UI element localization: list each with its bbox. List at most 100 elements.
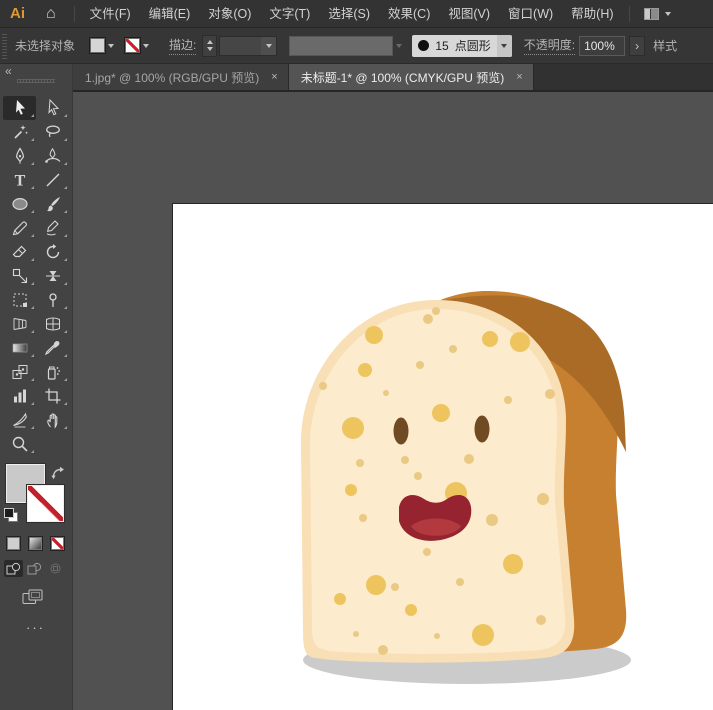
shaper-tool[interactable]: [36, 216, 69, 240]
artboard-tool[interactable]: [36, 384, 69, 408]
toast-illustration[interactable]: [173, 204, 713, 710]
symbol-sprayer-tool-icon: [44, 363, 62, 381]
menu-item-1[interactable]: 文件(F): [81, 0, 140, 28]
fill-color-dropdown[interactable]: [89, 37, 114, 54]
menu-item-9[interactable]: 帮助(H): [562, 0, 622, 28]
pencil-tool[interactable]: [3, 216, 36, 240]
variable-width-profile-select[interactable]: [289, 36, 393, 56]
blend-tool[interactable]: [3, 360, 36, 384]
free-transform-tool[interactable]: [3, 288, 36, 312]
chevron-down-icon: [396, 44, 402, 48]
app-logo-icon[interactable]: Ai: [0, 5, 34, 22]
stroke-color-dropdown[interactable]: [124, 37, 149, 54]
document-tab-inactive[interactable]: 1.jpg* @ 100% (RGB/GPU 预览) ×: [73, 64, 289, 90]
illustrator-window: Ai ⌂ 文件(F)编辑(E)对象(O)文字(T)选择(S)效果(C)视图(V)…: [0, 0, 713, 710]
scale-tool[interactable]: [3, 264, 36, 288]
step-down-icon[interactable]: [207, 47, 213, 51]
default-fill-stroke-icon[interactable]: [4, 508, 18, 522]
eraser-tool[interactable]: [3, 240, 36, 264]
pencil-tool-icon: [11, 219, 29, 237]
swap-fill-stroke-icon[interactable]: [51, 466, 66, 480]
workspace-switcher[interactable]: [644, 8, 671, 20]
chevron-down-icon: [665, 12, 671, 16]
home-icon[interactable]: ⌂: [34, 0, 68, 28]
grain-spot: [365, 326, 383, 344]
none-button[interactable]: [50, 536, 65, 551]
style-label[interactable]: 样式: [653, 37, 677, 54]
line-segment-tool[interactable]: [36, 168, 69, 192]
ellipse-tool[interactable]: [3, 192, 36, 216]
menu-item-2[interactable]: 编辑(E): [140, 0, 200, 28]
eyedropper-tool[interactable]: [36, 336, 69, 360]
symbol-sprayer-tool[interactable]: [36, 360, 69, 384]
stroke-weight-label[interactable]: 描边:: [169, 36, 196, 55]
perspective-grid-tool[interactable]: [3, 312, 36, 336]
draw-inside-button[interactable]: [46, 560, 65, 577]
grain-spot: [464, 454, 474, 464]
right-eye: [475, 416, 490, 443]
puppet-warp-tool[interactable]: [36, 288, 69, 312]
close-icon[interactable]: ×: [271, 71, 277, 83]
scale-tool-icon: [11, 267, 29, 285]
menu-item-7[interactable]: 视图(V): [439, 0, 499, 28]
artboard[interactable]: [172, 203, 713, 710]
fill-swatch[interactable]: [89, 37, 106, 54]
menu-item-8[interactable]: 窗口(W): [499, 0, 562, 28]
lasso-tool[interactable]: [36, 120, 69, 144]
grain-spot: [353, 631, 359, 637]
menu-bar: Ai ⌂ 文件(F)编辑(E)对象(O)文字(T)选择(S)效果(C)视图(V)…: [0, 0, 713, 28]
step-up-icon[interactable]: [207, 40, 213, 44]
stroke-none-swatch[interactable]: [124, 37, 141, 54]
color-button[interactable]: [6, 536, 21, 551]
magic-wand-tool-icon: [11, 123, 29, 141]
pen-tool[interactable]: [3, 144, 36, 168]
paintbrush-tool[interactable]: [36, 192, 69, 216]
grain-spot: [486, 514, 498, 526]
draw-behind-button[interactable]: [25, 560, 44, 577]
workspace-layout-icon: [644, 8, 659, 20]
column-graph-tool[interactable]: [3, 384, 36, 408]
collapse-panel-button[interactable]: «: [5, 64, 12, 78]
fill-stroke-control: [4, 464, 68, 526]
width-tool[interactable]: [36, 264, 69, 288]
grain-spot: [423, 548, 431, 556]
grain-spot: [510, 332, 530, 352]
type-tool[interactable]: T: [3, 168, 36, 192]
edit-toolbar-button[interactable]: ···: [26, 620, 72, 635]
selection-tool[interactable]: [3, 96, 36, 120]
zoom-tool[interactable]: [3, 432, 36, 456]
opacity-flyout-button[interactable]: ›: [629, 36, 645, 56]
draw-normal-button[interactable]: [4, 560, 23, 577]
grain-spot: [536, 615, 546, 625]
stroke-weight-stepper[interactable]: [202, 35, 217, 57]
close-icon[interactable]: ×: [516, 71, 522, 83]
stroke-swatch[interactable]: [27, 485, 64, 522]
menu-item-4[interactable]: 文字(T): [260, 0, 319, 28]
screen-mode-button[interactable]: [22, 589, 43, 606]
menu-item-6[interactable]: 效果(C): [379, 0, 439, 28]
slice-tool[interactable]: [3, 408, 36, 432]
panel-grip[interactable]: [2, 33, 7, 59]
opacity-input[interactable]: 100%: [579, 36, 625, 56]
gradient-tool-icon: [11, 339, 29, 357]
curvature-tool[interactable]: [36, 144, 69, 168]
gradient-button[interactable]: [28, 536, 43, 551]
rotate-tool[interactable]: [36, 240, 69, 264]
chevron-down-icon: [108, 44, 114, 48]
grain-spot: [405, 604, 417, 616]
brush-definition-select[interactable]: 15 点圆形: [412, 35, 511, 57]
magic-wand-tool[interactable]: [3, 120, 36, 144]
gradient-tool[interactable]: [3, 336, 36, 360]
stroke-weight-select[interactable]: [219, 36, 277, 56]
panel-grip[interactable]: [17, 79, 55, 83]
mesh-tool[interactable]: [36, 312, 69, 336]
opacity-label[interactable]: 不透明度:: [524, 36, 575, 55]
direct-selection-tool[interactable]: [36, 96, 69, 120]
hand-tool[interactable]: [36, 408, 69, 432]
menu-item-3[interactable]: 对象(O): [199, 0, 260, 28]
menu-item-5[interactable]: 选择(S): [319, 0, 379, 28]
canvas[interactable]: [73, 92, 713, 710]
document-tab-active[interactable]: 未标题-1* @ 100% (CMYK/GPU 预览) ×: [289, 64, 534, 90]
color-mode-row: [6, 536, 72, 551]
grain-spot: [414, 472, 422, 480]
